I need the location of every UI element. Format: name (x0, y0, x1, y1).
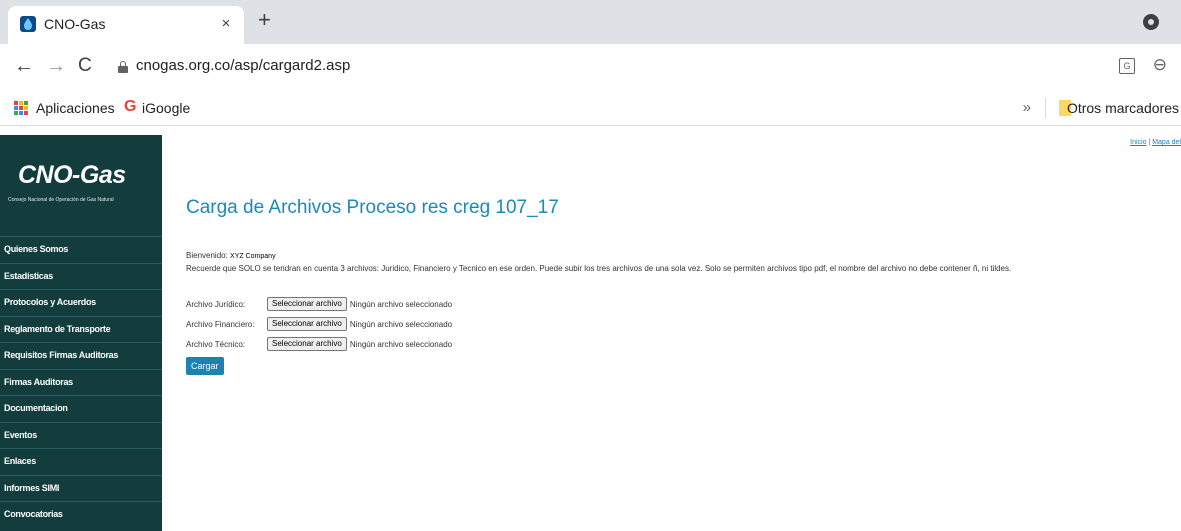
sidebar-item-reglamento[interactable]: Reglamento de Transporte (0, 315, 162, 343)
google-icon[interactable]: G (124, 98, 136, 116)
new-tab-button[interactable]: + (258, 9, 271, 31)
sidebar-item-documentacion[interactable]: Documentacion (0, 395, 162, 422)
apps-icon[interactable] (14, 101, 28, 115)
file-label: Archivo Financiero: (186, 319, 255, 329)
bookmark-other[interactable]: Otros marcadores (1067, 100, 1179, 116)
file-row-tecnico: Archivo Técnico: Seleccionar archivo Nin… (186, 337, 452, 351)
forward-button[interactable]: → (46, 56, 66, 76)
file-row-juridico: Archivo Jurídico: Seleccionar archivo Ni… (186, 297, 452, 311)
select-file-button[interactable]: Seleccionar archivo (267, 297, 347, 311)
welcome-name: XYZ Company (230, 253, 276, 260)
bookmark-apps[interactable]: Aplicaciones (36, 100, 115, 116)
sidebar-item-enlaces[interactable]: Enlaces (0, 448, 162, 475)
select-file-button[interactable]: Seleccionar archivo (267, 317, 347, 331)
page-title: Carga de Archivos Proceso res creg 107_1… (186, 197, 559, 218)
sidebar-item-firmas-auditoras[interactable]: Firmas Auditoras (0, 368, 162, 396)
file-status: Ningún archivo seleccionado (349, 299, 453, 309)
tab-title: CNO-Gas (44, 16, 106, 32)
bookmark-igoogle[interactable]: iGoogle (142, 100, 190, 116)
file-label: Archivo Técnico: (186, 339, 245, 349)
file-status: Ningún archivo seleccionado (349, 319, 453, 329)
address-bar[interactable]: cnogas.org.co/asp/cargard2.asp (136, 57, 350, 74)
back-button[interactable]: ← (14, 56, 34, 76)
header-links-separator: | (1148, 139, 1151, 146)
page-content: CNO-Gas Consejo Nacional de Operación de… (0, 127, 1181, 531)
close-icon[interactable]: × (216, 13, 236, 33)
file-row-financiero: Archivo Financiero: Seleccionar archivo … (186, 317, 452, 331)
sidebar-item-convocatorias[interactable]: Convocatorias (0, 501, 162, 528)
sidebar-item-requisitos[interactable]: Requisitos Firmas Auditoras (0, 342, 162, 369)
translate-icon[interactable]: G (1119, 58, 1135, 74)
browser-toolbar: ← → C cnogas.org.co/asp/cargard2.asp G ⊖ (0, 44, 1181, 90)
profile-icon[interactable] (1143, 14, 1159, 30)
welcome-label: Bienvenido: (186, 251, 228, 260)
logo[interactable]: CNO-Gas Consejo Nacional de Operación de… (0, 135, 162, 231)
sidebar-item-eventos[interactable]: Eventos (0, 421, 162, 449)
inicio-link[interactable]: Inicio (1130, 139, 1146, 146)
file-status: Ningún archivo seleccionado (349, 339, 453, 349)
zoom-icon[interactable]: ⊖ (1153, 55, 1167, 75)
lock-icon[interactable] (118, 61, 128, 73)
sidebar-item-estadisticas[interactable]: Estadísticas (0, 262, 162, 290)
sidebar-menu: Quienes Somos Estadísticas Protocolos y … (0, 236, 162, 528)
select-file-button[interactable]: Seleccionar archivo (267, 337, 347, 351)
logo-subtitle: Consejo Nacional de Operación de Gas Nat… (8, 197, 114, 203)
sidebar: CNO-Gas Consejo Nacional de Operación de… (0, 135, 162, 531)
reload-button[interactable]: C (78, 56, 92, 76)
bookmarks-divider (1045, 98, 1046, 118)
sidebar-item-quienes-somos[interactable]: Quienes Somos (0, 236, 162, 263)
mapa-link[interactable]: Mapa del (1152, 139, 1181, 146)
logo-title: CNO-Gas (18, 161, 126, 189)
sidebar-item-informes-simi[interactable]: Informes SIMI (0, 474, 162, 502)
bookmarks-overflow-button[interactable]: » (1023, 99, 1031, 116)
bookmarks-bar: Aplicaciones G iGoogle » Otros marcadore… (0, 90, 1181, 126)
header-links: Inicio | Mapa del (1130, 139, 1181, 146)
welcome-line: Bienvenido: XYZ Company (186, 251, 276, 260)
browser-tab[interactable]: CNO-Gas × (8, 6, 244, 44)
file-label: Archivo Jurídico: (186, 299, 246, 309)
upload-submit-button[interactable]: Cargar (186, 357, 224, 375)
sidebar-item-protocolos[interactable]: Protocolos y Acuerdos (0, 289, 162, 316)
browser-tab-bar: CNO-Gas × + (0, 0, 1181, 44)
cno-gas-favicon (20, 16, 36, 32)
upload-notice: Recuerde que SOLO se tendran en cuenta 3… (186, 264, 1012, 273)
